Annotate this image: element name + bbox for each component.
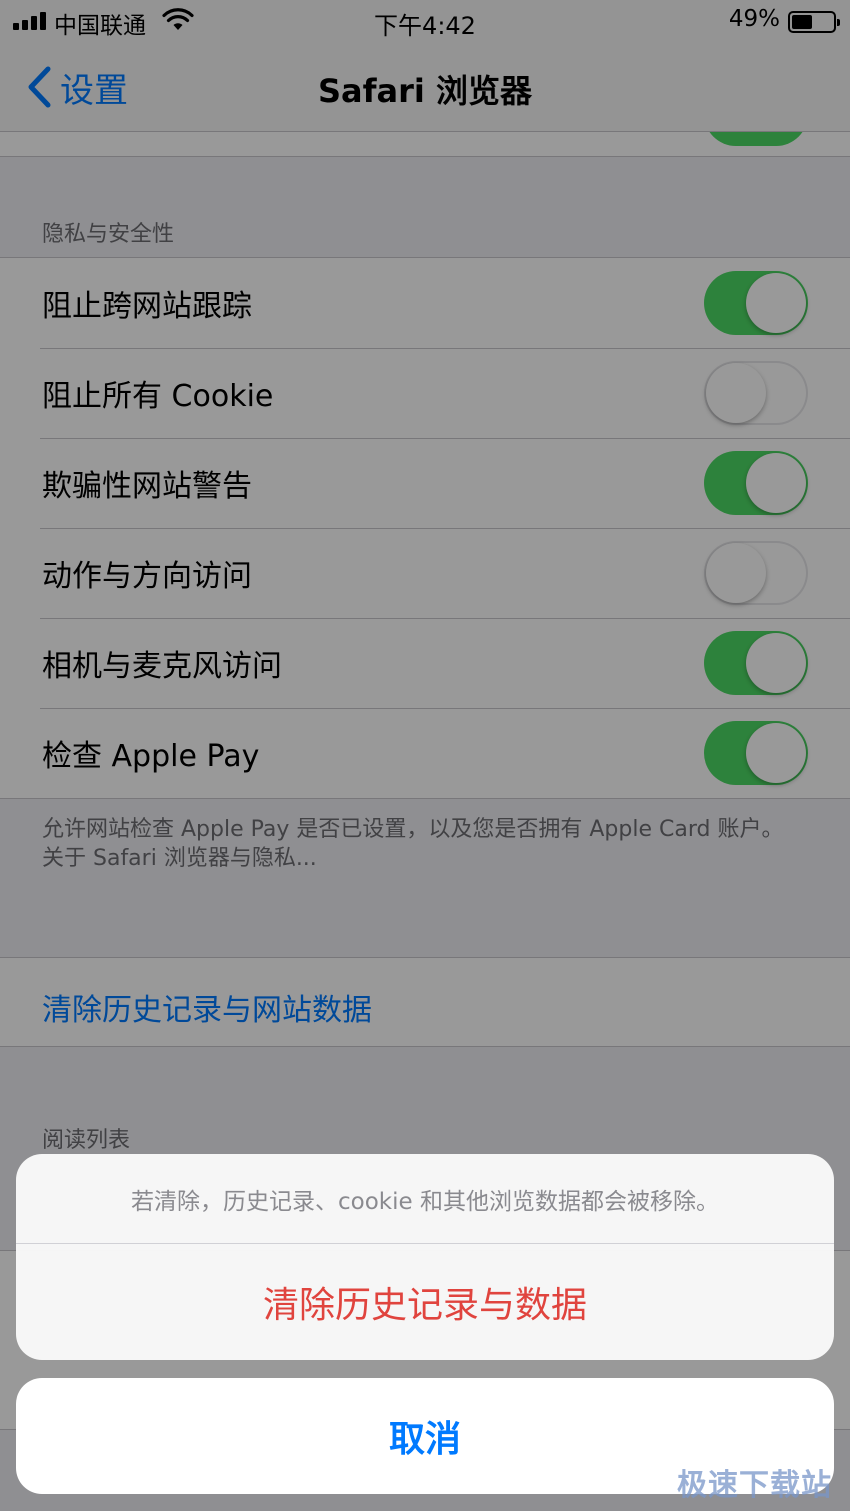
- clear-history-data-button[interactable]: 清除历史记录与数据: [16, 1244, 834, 1360]
- action-sheet-message: 若清除，历史记录、cookie 和其他浏览数据都会被移除。: [16, 1154, 834, 1244]
- watermark-logo: 极速下载站: [677, 1468, 832, 1503]
- action-sheet: 若清除，历史记录、cookie 和其他浏览数据都会被移除。 清除历史记录与数据: [16, 1154, 834, 1360]
